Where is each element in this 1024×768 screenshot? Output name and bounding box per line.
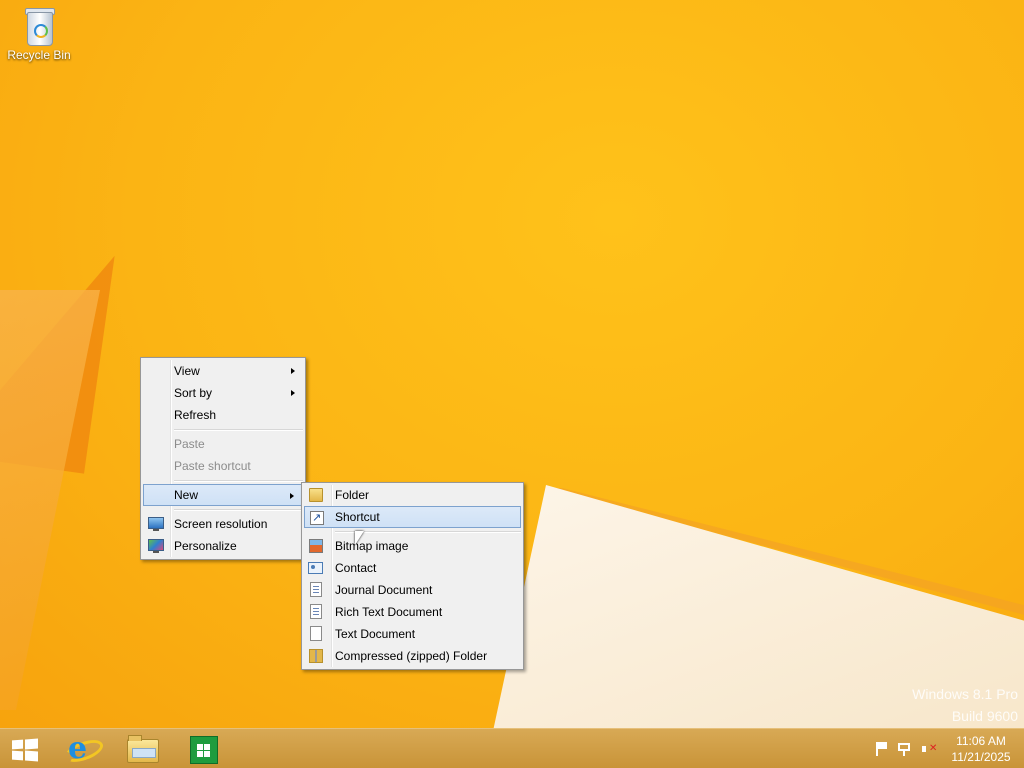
- start-button[interactable]: [0, 730, 52, 768]
- volume-muted-icon[interactable]: [921, 741, 937, 757]
- menu-item-label: Journal Document: [335, 583, 433, 597]
- menu-item-label: Refresh: [174, 408, 217, 422]
- clock-time: 11:06 AM: [956, 734, 1006, 748]
- submenu-item-zip-folder[interactable]: Compressed (zipped) Folder: [304, 645, 521, 667]
- submenu-item-journal[interactable]: Journal Document: [304, 579, 521, 601]
- clock-date: 11/21/2025: [951, 750, 1011, 764]
- menu-item-new[interactable]: New: [143, 484, 303, 506]
- taskbar-clock[interactable]: 11:06 AM 11/21/2025: [946, 733, 1016, 765]
- menu-item-label: Rich Text Document: [335, 605, 443, 619]
- submenu-item-bitmap[interactable]: Bitmap image: [304, 535, 521, 557]
- shortcut-icon: [310, 508, 324, 528]
- menu-separator: [174, 480, 303, 482]
- submenu-item-shortcut[interactable]: Shortcut: [304, 506, 521, 528]
- windows-logo-icon: [12, 738, 38, 762]
- desktop-icon-recycle-bin[interactable]: Recycle Bin: [6, 6, 72, 62]
- menu-item-personalize[interactable]: Personalize: [143, 535, 303, 557]
- folder-icon: [309, 488, 323, 502]
- menu-item-view[interactable]: View: [143, 360, 303, 382]
- desktop-icon-label: Recycle Bin: [7, 48, 71, 62]
- taskbar-windows-store[interactable]: [178, 730, 230, 768]
- menu-item-label: Shortcut: [335, 510, 380, 524]
- menu-item-label: Paste: [174, 437, 205, 451]
- menu-separator: [174, 429, 303, 431]
- network-icon[interactable]: [897, 741, 913, 757]
- bitmap-image-icon: [309, 539, 323, 553]
- mouse-cursor-icon: [355, 531, 364, 545]
- action-center-flag-icon[interactable]: [873, 741, 889, 757]
- file-explorer-icon: [127, 735, 159, 763]
- recycle-bin-icon: [23, 6, 55, 46]
- monitor-icon: [148, 517, 164, 531]
- menu-item-label: Text Document: [335, 627, 416, 641]
- menu-item-label: Screen resolution: [174, 517, 268, 531]
- watermark-build: Build 9600: [951, 708, 1018, 724]
- menu-item-label: Compressed (zipped) Folder: [335, 649, 488, 663]
- wallpaper-shape: [0, 290, 100, 710]
- menu-item-label: Personalize: [174, 539, 237, 553]
- menu-item-label: Contact: [335, 561, 377, 575]
- taskbar: e 11:06 AM 11/21/2025: [0, 728, 1024, 768]
- personalize-icon: [148, 539, 164, 553]
- taskbar-internet-explorer[interactable]: e: [56, 730, 108, 768]
- store-icon: [190, 736, 218, 764]
- taskbar-file-explorer[interactable]: [116, 730, 168, 768]
- zip-folder-icon: [309, 649, 323, 663]
- watermark-edition: Windows 8.1 Pro: [912, 686, 1018, 702]
- menu-item-sort-by[interactable]: Sort by: [143, 382, 303, 404]
- rich-text-document-icon: [310, 604, 322, 619]
- menu-separator: [174, 509, 303, 511]
- submenu-arrow-icon: [291, 368, 295, 374]
- submenu-item-folder[interactable]: Folder: [304, 484, 521, 506]
- submenu-item-contact[interactable]: Contact: [304, 557, 521, 579]
- submenu-arrow-icon: [290, 493, 294, 499]
- menu-item-label: Folder: [335, 488, 370, 502]
- windows-watermark: Windows 8.1 Pro Build 9600: [912, 683, 1018, 727]
- menu-item-label: Sort by: [174, 386, 213, 400]
- contact-icon: [308, 562, 323, 574]
- menu-item-label: View: [174, 364, 200, 378]
- desktop-context-menu: View Sort by Refresh Paste Paste shortcu…: [140, 357, 306, 560]
- menu-item-label: New: [174, 488, 199, 502]
- menu-item-label: Bitmap image: [335, 539, 409, 553]
- menu-item-paste: Paste: [143, 433, 303, 455]
- new-submenu: Folder Shortcut Bitmap image Contact Jou…: [301, 482, 524, 670]
- submenu-item-text-document[interactable]: Text Document: [304, 623, 521, 645]
- journal-document-icon: [310, 582, 322, 597]
- menu-item-paste-shortcut: Paste shortcut: [143, 455, 303, 477]
- menu-item-screen-resolution[interactable]: Screen resolution: [143, 513, 303, 535]
- submenu-arrow-icon: [291, 390, 295, 396]
- text-document-icon: [310, 626, 322, 641]
- menu-item-refresh[interactable]: Refresh: [143, 404, 303, 426]
- menu-item-label: Paste shortcut: [174, 459, 251, 473]
- submenu-item-rich-text[interactable]: Rich Text Document: [304, 601, 521, 623]
